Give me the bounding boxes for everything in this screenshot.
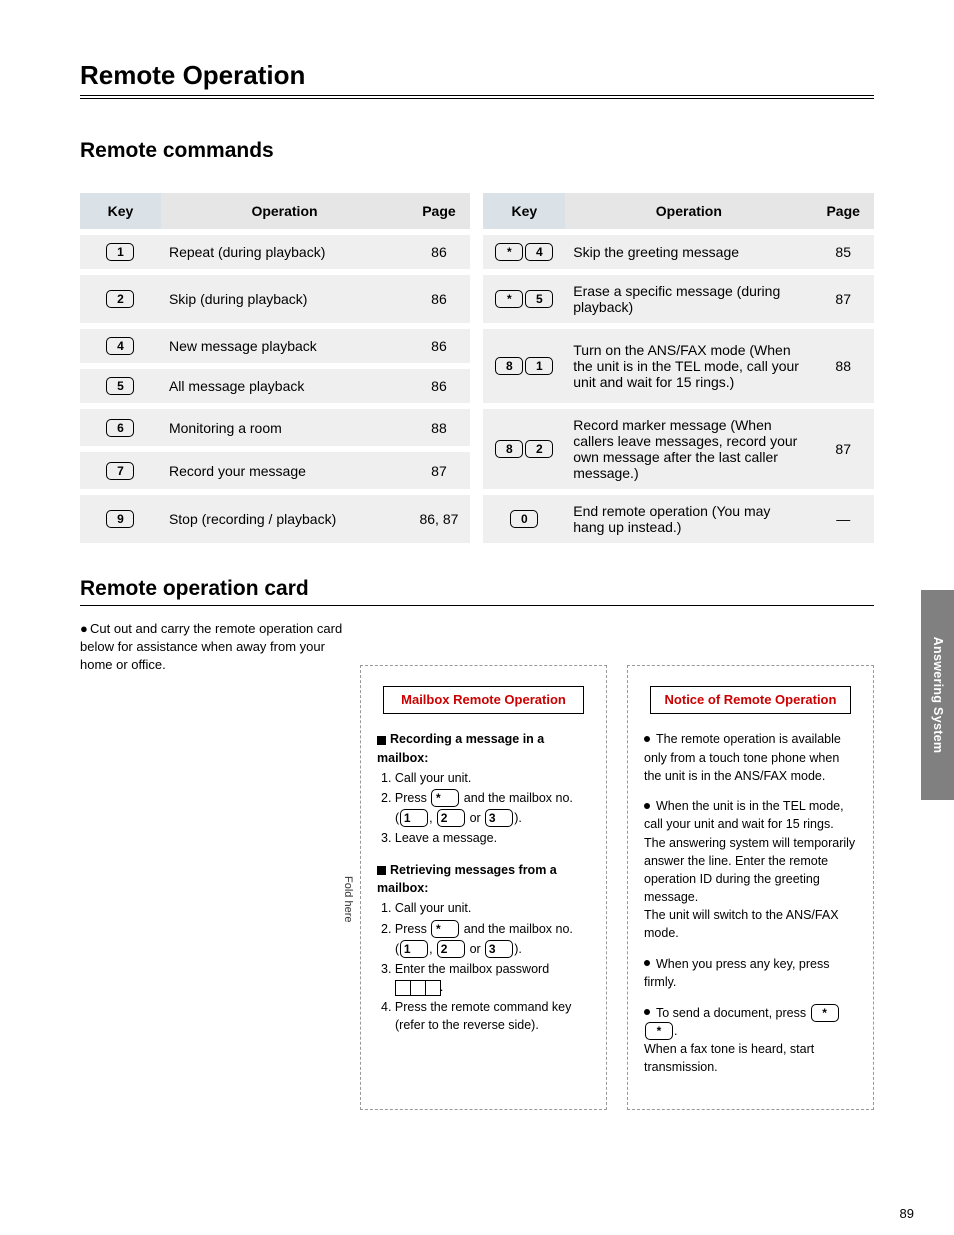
key-icon: 1 xyxy=(525,357,553,375)
th-page-2: Page xyxy=(812,193,874,232)
key-icon: * xyxy=(495,290,523,308)
list-item: 3. Enter the mailbox password . xyxy=(377,960,590,996)
notice-card-title: Notice of Remote Operation xyxy=(650,686,851,715)
key-icon: 2 xyxy=(437,940,465,958)
key-icon: 2 xyxy=(525,440,553,458)
op-cell: New message playback xyxy=(161,326,408,366)
op-cell: Stop (recording / playback) xyxy=(161,492,408,543)
key-icon: 8 xyxy=(495,440,523,458)
list-item: 2. Press * and the mailbox no. xyxy=(377,920,590,938)
key-icon: 1 xyxy=(106,243,134,261)
star-key-icon: * xyxy=(431,789,459,807)
list-item: (1, 2 or 3). xyxy=(377,809,590,827)
commands-title: Remote commands xyxy=(80,139,874,163)
list-item: 1. Call your unit. xyxy=(377,769,590,787)
star-key-icon: * xyxy=(431,920,459,938)
op-cell: All message playback xyxy=(161,366,408,406)
key-icon: 4 xyxy=(525,243,553,261)
key-icon: 6 xyxy=(106,419,134,437)
card-rule xyxy=(80,605,874,606)
key-icon: 3 xyxy=(485,940,513,958)
notice-remote-card: Notice of Remote Operation The remote op… xyxy=(627,665,874,1110)
page-cell: 88 xyxy=(812,326,874,406)
key-icon: 2 xyxy=(106,290,134,308)
bullet-icon xyxy=(644,736,650,742)
password-boxes-icon xyxy=(409,978,440,996)
list-item: (1, 2 or 3). xyxy=(377,940,590,958)
notice-item: When the unit is in the TEL mode, call y… xyxy=(644,797,857,942)
recording-heading: Recording a message in a mailbox: xyxy=(377,732,544,764)
page-cell: 85 xyxy=(812,232,874,272)
list-item: 1. Call your unit. xyxy=(377,899,590,917)
list-item: 4. Press the remote command key (refer t… xyxy=(377,998,590,1034)
op-cell: Monitoring a room xyxy=(161,406,408,449)
list-item: 3. Leave a message. xyxy=(377,829,590,847)
page-number: 89 xyxy=(900,1206,914,1221)
title-rule xyxy=(80,95,874,99)
op-cell: Turn on the ANS/FAX mode (When the unit … xyxy=(565,326,812,406)
page-cell: 86, 87 xyxy=(408,492,470,543)
op-cell: Repeat (during playback) xyxy=(161,232,408,272)
op-cell: Erase a specific message (during playbac… xyxy=(565,272,812,326)
mailbox-card-title: Mailbox Remote Operation xyxy=(383,686,584,715)
star-key-icon: * xyxy=(811,1004,839,1022)
star-key-icon: * xyxy=(645,1022,673,1040)
th-key: Key xyxy=(80,193,161,232)
key-icon: 4 xyxy=(106,337,134,355)
square-bullet-icon xyxy=(377,866,386,875)
key-icon: 5 xyxy=(106,377,134,395)
page-cell: 86 xyxy=(408,272,470,326)
th-key-2: Key xyxy=(483,193,565,232)
square-bullet-icon xyxy=(377,736,386,745)
key-icon: 8 xyxy=(495,357,523,375)
key-icon: 5 xyxy=(525,290,553,308)
page-cell: 87 xyxy=(812,272,874,326)
key-icon: 0 xyxy=(510,510,538,528)
page-cell: — xyxy=(812,492,874,543)
key-icon: 7 xyxy=(106,462,134,480)
list-item: 2. Press * and the mailbox no. xyxy=(377,789,590,807)
page-cell: 87 xyxy=(812,406,874,492)
page-title: Remote Operation xyxy=(80,60,874,91)
page-cell: 86 xyxy=(408,326,470,366)
notice-item: The remote operation is available only f… xyxy=(644,730,857,784)
op-cell: Record your message xyxy=(161,449,408,492)
bullet-icon xyxy=(644,960,650,966)
card-section-title: Remote operation card xyxy=(80,577,874,601)
op-cell: Skip the greeting message xyxy=(565,232,812,272)
th-page: Page xyxy=(408,193,470,232)
bullet-icon xyxy=(644,803,650,809)
card-note: ●Cut out and carry the remote operation … xyxy=(80,620,350,675)
page-cell: 87 xyxy=(408,449,470,492)
page-cell: 86 xyxy=(408,366,470,406)
section-tab: Answering System xyxy=(921,590,954,800)
page-cell: 86 xyxy=(408,232,470,272)
notice-item: To send a document, press **.When a fax … xyxy=(644,1004,857,1077)
key-icon: 1 xyxy=(400,940,428,958)
th-op-2: Operation xyxy=(565,193,812,232)
key-icon: 2 xyxy=(437,809,465,827)
op-cell: End remote operation (You may hang up in… xyxy=(565,492,812,543)
key-icon: 1 xyxy=(400,809,428,827)
mailbox-remote-card: Fold here Mailbox Remote Operation Recor… xyxy=(360,665,607,1110)
bullet-icon xyxy=(644,1009,650,1015)
key-icon: 9 xyxy=(106,510,134,528)
th-op: Operation xyxy=(161,193,408,232)
fold-here-label: Fold here xyxy=(339,876,355,922)
op-cell: Record marker message (When callers leav… xyxy=(565,406,812,492)
notice-item: When you press any key, press firmly. xyxy=(644,955,857,991)
retrieving-heading: Retrieving messages from a mailbox: xyxy=(377,863,557,895)
key-icon: 3 xyxy=(485,809,513,827)
op-cell: Skip (during playback) xyxy=(161,272,408,326)
page-cell: 88 xyxy=(408,406,470,449)
key-icon: * xyxy=(495,243,523,261)
remote-commands-table: Key Operation Page Key Operation Page 1 … xyxy=(80,193,874,543)
